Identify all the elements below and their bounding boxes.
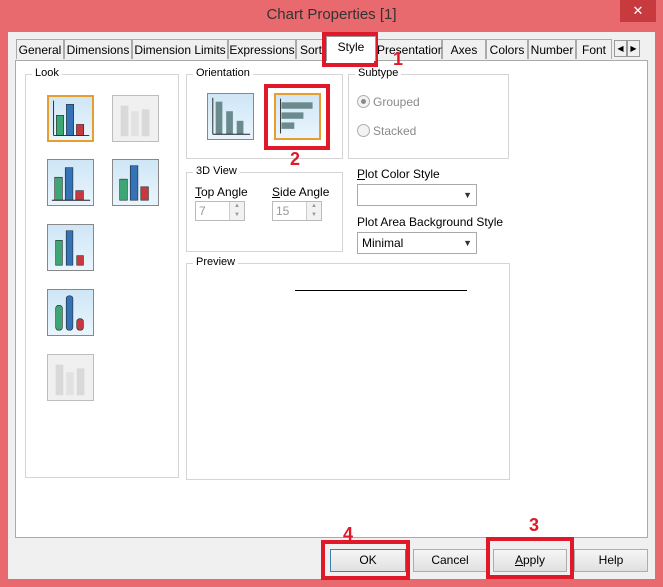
spin-up-icon[interactable]: ▲ [307, 202, 321, 211]
preview-group-label: Preview [193, 256, 239, 268]
plot-area-background-style-label: Plot Area Background Style [357, 215, 504, 229]
top-angle-spinner[interactable]: 7 ▲ ▼ [195, 201, 245, 221]
look-group-label: Look [32, 67, 62, 79]
subtype-stacked-label: Stacked [373, 124, 417, 138]
subtype-stacked-radio[interactable]: Stacked [357, 124, 416, 138]
side-angle-value: 15 [276, 204, 290, 218]
plot-color-style-dropdown[interactable]: ▼ [357, 184, 477, 206]
shaded-bars-icon [119, 165, 149, 201]
top-angle-value: 7 [199, 204, 206, 218]
side-angle-spinner[interactable]: 15 ▲ ▼ [272, 201, 322, 221]
tab-expressions[interactable]: Expressions [228, 39, 296, 59]
tab-style[interactable]: Style [326, 36, 376, 61]
transparent-3d-bars-icon [55, 364, 85, 396]
cancel-button[interactable]: Cancel [413, 549, 487, 572]
subtype-group: Subtype [348, 67, 509, 159]
side-angle-label: Side Angle [272, 185, 330, 199]
preview-chart-line [295, 290, 467, 291]
plot-color-style-label: Plot Color Style [357, 167, 440, 181]
look-transparent-bars-button[interactable] [112, 95, 159, 142]
preview-group: Preview [186, 256, 510, 480]
annotation-number-1: 1 [393, 49, 404, 69]
spin-down-icon[interactable]: ▼ [230, 211, 244, 220]
tab-font[interactable]: Font [576, 39, 612, 59]
style-tab-page: Look Orientation Subtype 3D View Preview [15, 60, 648, 538]
subtype-grouped-radio[interactable]: Grouped [357, 95, 420, 109]
help-button[interactable]: Help [574, 549, 648, 572]
3d-view-group-label: 3D View [193, 165, 240, 177]
plot-area-background-style-dropdown[interactable]: Minimal ▼ [357, 232, 477, 254]
chevron-down-icon: ▼ [463, 238, 472, 248]
orientation-vertical-button[interactable] [207, 93, 254, 140]
annotation-box-horizontal-orientation [264, 84, 330, 150]
tab-general[interactable]: General [16, 39, 64, 59]
3d-perspective-bars-icon [55, 230, 84, 266]
title-bar: Chart Properties [1] ✕ [0, 0, 663, 32]
look-group: Look [25, 67, 179, 478]
tab-colors[interactable]: Colors [486, 39, 528, 59]
chevron-down-icon: ▼ [463, 190, 472, 200]
tab-presentation[interactable]: Presentation [376, 39, 444, 59]
spin-down-icon[interactable]: ▼ [307, 211, 321, 220]
look-3d-bars-button[interactable] [47, 159, 94, 206]
subtype-grouped-label: Grouped [373, 95, 420, 109]
look-shaded-bars-button[interactable] [112, 159, 159, 206]
vertical-bars-icon [212, 97, 251, 135]
tab-dimension-limits[interactable]: Dimension Limits [132, 39, 228, 59]
tab-axes[interactable]: Axes [442, 39, 486, 59]
close-button[interactable]: ✕ [620, 0, 656, 22]
plot-area-background-style-value: Minimal [362, 236, 404, 250]
radio-checked-icon [357, 95, 370, 108]
flat-bars-icon [53, 100, 90, 136]
tab-scroll-left-icon[interactable]: ◀ [614, 40, 627, 57]
radio-unchecked-icon [357, 124, 370, 137]
cylinder-bars-icon [55, 295, 84, 331]
annotation-number-2: 2 [290, 149, 301, 169]
transparent-bars-icon [120, 105, 150, 137]
tab-dimensions[interactable]: Dimensions [64, 39, 132, 59]
look-cylinder-bars-button[interactable] [47, 289, 94, 336]
look-flat-bars-button[interactable] [47, 95, 94, 142]
annotation-box-apply [486, 537, 574, 579]
tab-scroll-right-icon[interactable]: ▶ [627, 40, 640, 57]
3d-bars-icon [51, 167, 91, 201]
top-angle-label: Top Angle [195, 185, 248, 199]
window-title: Chart Properties [1] [266, 6, 397, 23]
annotation-box-ok [321, 540, 410, 580]
spin-up-icon[interactable]: ▲ [230, 202, 244, 211]
look-transparent-3d-bars-button[interactable] [47, 354, 94, 401]
look-3d-perspective-bars-button[interactable] [47, 224, 94, 271]
annotation-number-4: 4 [343, 524, 354, 544]
orientation-group-label: Orientation [193, 67, 253, 79]
tab-number[interactable]: Number [528, 39, 576, 59]
annotation-number-3: 3 [529, 515, 540, 535]
